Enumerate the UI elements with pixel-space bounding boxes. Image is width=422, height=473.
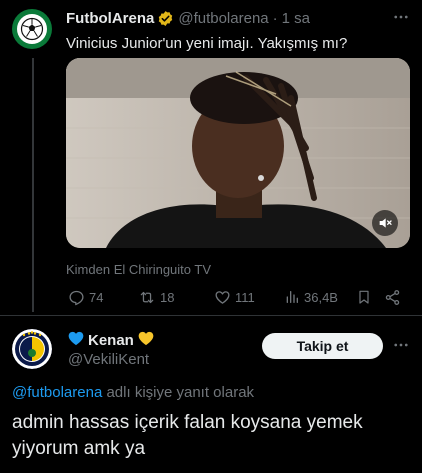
author-handle[interactable]: @futbolarena bbox=[178, 10, 268, 27]
blue-heart-icon bbox=[68, 331, 84, 350]
tweet-time[interactable]: 1 sa bbox=[282, 10, 310, 27]
reply-count: 74 bbox=[89, 290, 104, 305]
video-frame bbox=[66, 58, 410, 248]
futbolarena-avatar[interactable] bbox=[12, 9, 52, 49]
views-button[interactable]: 36,4B bbox=[284, 289, 338, 305]
video-source-attribution[interactable]: Kimden El Chiringuito TV bbox=[66, 262, 211, 277]
reply-author-name[interactable]: Kenan bbox=[68, 331, 154, 350]
thread-connector bbox=[32, 58, 34, 312]
share-button[interactable] bbox=[384, 289, 401, 306]
replying-to: @futbolarena adlı kişiye yanıt olarak bbox=[12, 384, 254, 401]
more-options-icon[interactable] bbox=[392, 336, 410, 359]
reply-author-handle[interactable]: @VekiliKent bbox=[68, 351, 149, 368]
retweet-count: 18 bbox=[160, 290, 175, 305]
more-options-icon[interactable] bbox=[392, 8, 410, 31]
author-name[interactable]: FutbolArena bbox=[66, 10, 154, 27]
mute-icon[interactable] bbox=[372, 210, 398, 236]
retweet-icon bbox=[140, 291, 154, 304]
tweet-video[interactable] bbox=[66, 58, 410, 248]
tweet-header: FutbolArena @futbolarena · 1 sa bbox=[66, 10, 310, 27]
reply-icon bbox=[69, 290, 84, 306]
analytics-icon bbox=[286, 291, 298, 303]
tweet-actions: 74 18 111 36,4B bbox=[66, 289, 410, 306]
verified-badge-icon bbox=[157, 10, 174, 27]
reply-author-name-text: Kenan bbox=[88, 332, 134, 349]
reply-to-label: adlı kişiye yanıt olarak bbox=[102, 384, 255, 401]
follow-button[interactable]: Takip et bbox=[262, 333, 383, 359]
views-count: 36,4B bbox=[304, 289, 338, 305]
like-count: 111 bbox=[235, 290, 255, 305]
kenan-avatar[interactable] bbox=[12, 329, 52, 369]
reply-text: admin hassas içerik falan koysana yemek … bbox=[12, 412, 363, 459]
divider bbox=[0, 315, 422, 316]
heart-icon bbox=[215, 291, 230, 304]
reply-to-mention[interactable]: @futbolarena bbox=[12, 384, 102, 401]
separator-dot: · bbox=[272, 10, 278, 27]
reply-button[interactable]: 74 bbox=[68, 289, 103, 306]
fenerbahce-logo-icon bbox=[12, 329, 52, 369]
football-icon bbox=[17, 14, 47, 44]
yellow-heart-icon bbox=[138, 331, 154, 350]
like-button[interactable]: 111 bbox=[214, 289, 255, 306]
bookmark-button[interactable] bbox=[356, 289, 372, 305]
retweet-button[interactable]: 18 bbox=[138, 289, 174, 306]
bookmark-icon bbox=[359, 290, 369, 304]
share-icon bbox=[385, 290, 400, 305]
tweet-text: Vinicius Junior'un yeni imajı. Yakışmış … bbox=[66, 35, 348, 52]
